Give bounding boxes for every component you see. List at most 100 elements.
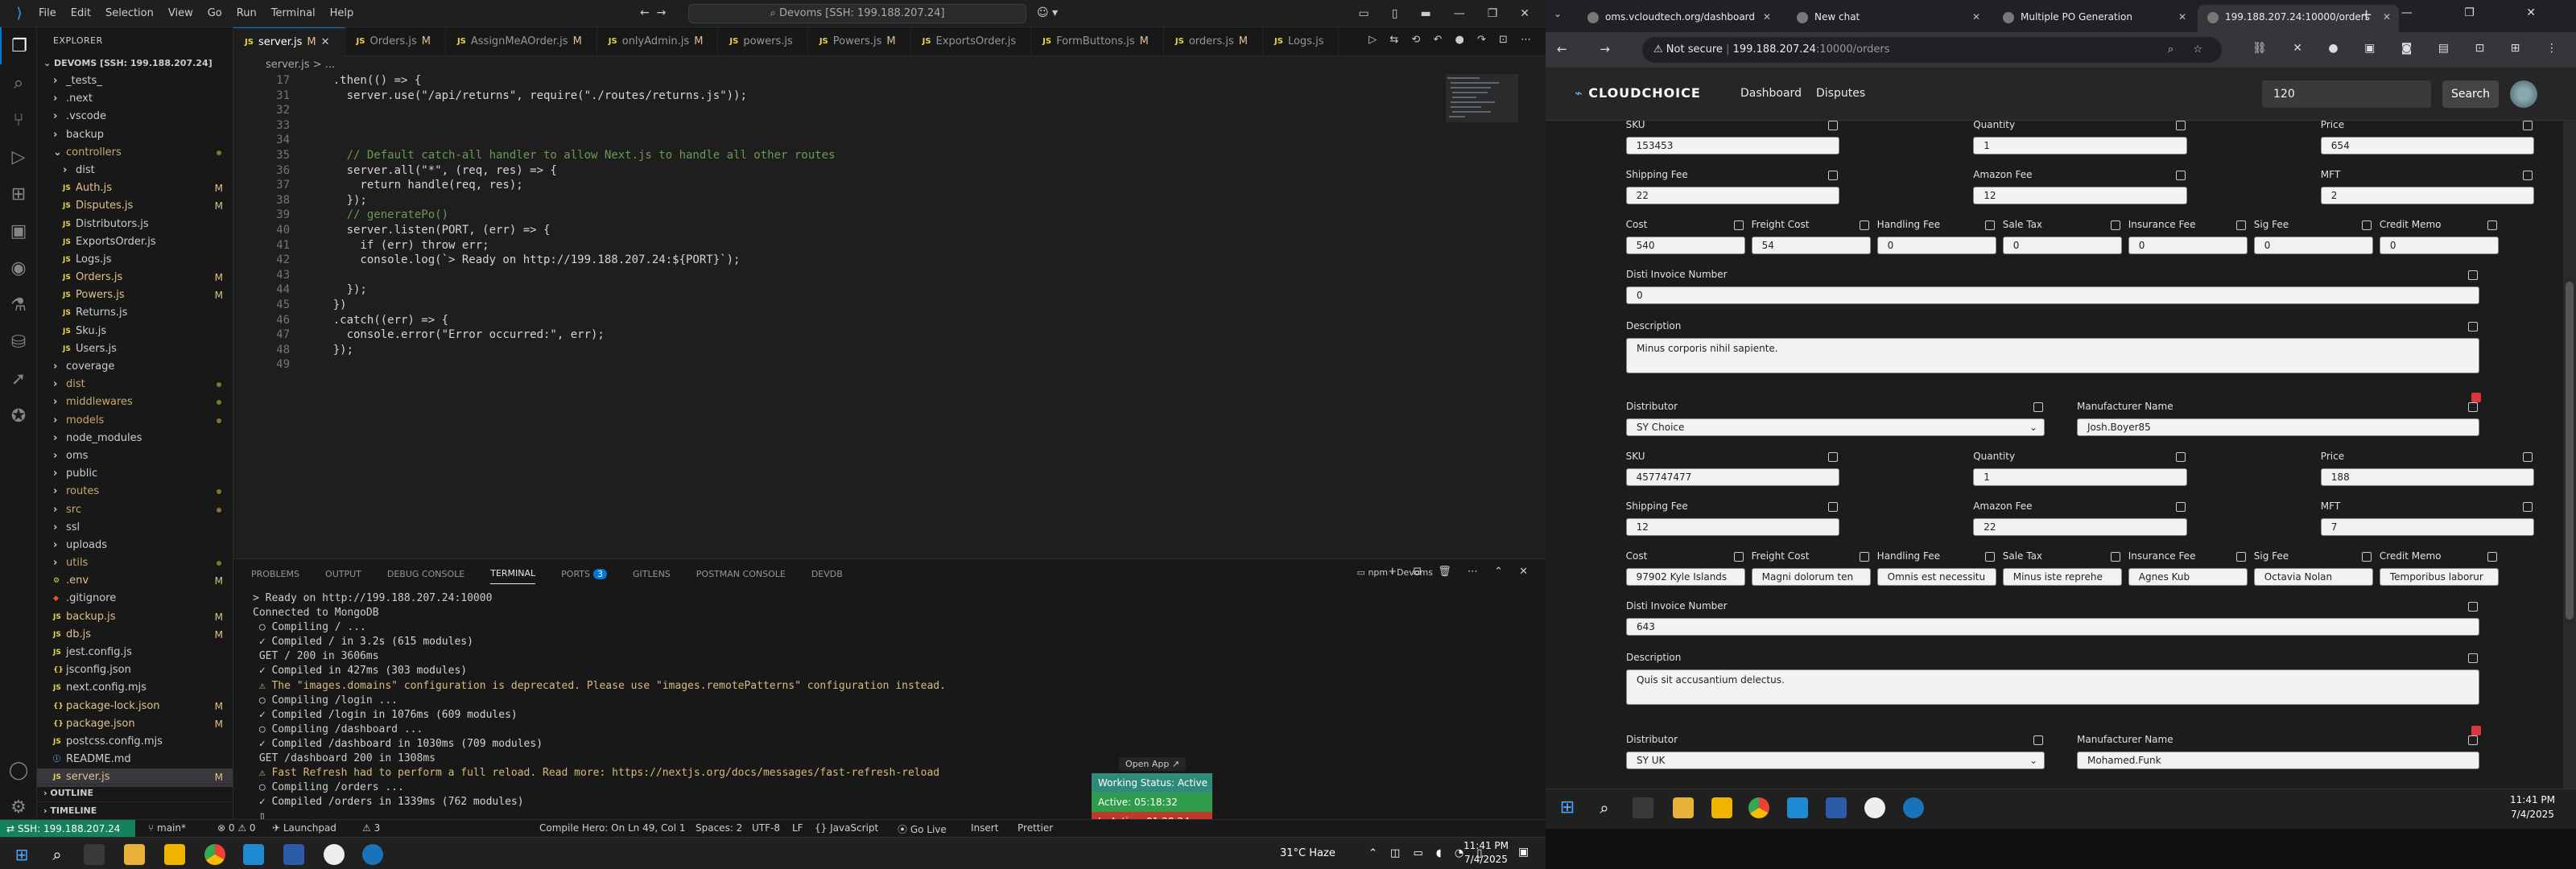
delete-icon[interactable] xyxy=(2471,726,2481,735)
editor-tab[interactable]: JS orders.js M xyxy=(1164,27,1264,56)
copy-icon[interactable] xyxy=(2523,171,2533,180)
tree-item[interactable]: › dist xyxy=(37,376,233,393)
database-icon[interactable]: ⛁ xyxy=(0,323,37,360)
nav-dashboard[interactable]: Dashboard xyxy=(1740,87,1802,100)
avatar[interactable] xyxy=(2510,80,2537,108)
tree-item[interactable]: › routes xyxy=(37,483,233,500)
breadcrumb[interactable]: server.js > ... xyxy=(233,56,1546,74)
search-button[interactable]: Search xyxy=(2442,80,2499,108)
field-input[interactable]: 188 xyxy=(2320,468,2535,486)
run-debug-icon[interactable]: ▷ xyxy=(0,138,37,175)
tree-item[interactable]: › middlewares xyxy=(37,393,233,411)
tree-item[interactable]: › models xyxy=(37,412,233,430)
search-input[interactable]: 120 xyxy=(2262,80,2431,108)
weather-widget[interactable]: 31°C Haze xyxy=(1280,847,1335,859)
tree-item[interactable]: JS postcss.config.mjs xyxy=(37,733,233,751)
field-input[interactable]: SY UK ⌄ xyxy=(1626,752,2045,769)
code-editor[interactable]: 17 .then(() => {31 server.use("/api/retu… xyxy=(233,74,1433,557)
new-tab-button[interactable]: + xyxy=(2360,6,2372,23)
editor-tab[interactable]: JS AssignMeAOrder.js M xyxy=(446,27,597,56)
field-input[interactable]: 0 xyxy=(1626,286,2479,304)
timeline-section[interactable]: › TIMELINE xyxy=(37,801,233,819)
compile-hero-indicator[interactable]: Compile Hero: On xyxy=(539,822,625,834)
copy-icon[interactable] xyxy=(2468,653,2478,663)
layout-icon[interactable]: ▯ xyxy=(1392,7,1398,20)
app-icon[interactable] xyxy=(324,844,345,865)
tree-item[interactable]: › coverage xyxy=(37,358,233,376)
indentation[interactable]: Spaces: 2 xyxy=(696,822,742,834)
testing-icon[interactable]: ⚗ xyxy=(0,286,37,323)
tree-item[interactable]: ⌄ controllers xyxy=(37,144,233,162)
copy-icon[interactable] xyxy=(2468,735,2478,745)
tree-item[interactable]: JS ExportsOrder.js xyxy=(37,233,233,251)
field-input[interactable]: 97902 Kyle Islands xyxy=(1625,568,1745,586)
explorer-icon[interactable]: ❐ xyxy=(0,27,37,64)
field-input[interactable]: 654 xyxy=(2320,137,2535,154)
field-input[interactable]: 54 xyxy=(1751,237,1871,254)
problems-indicator[interactable]: ⊗ 0 ⚠ 0 xyxy=(217,822,256,834)
minimize-icon[interactable]: — xyxy=(1454,7,1465,20)
panel-tab-postman-console[interactable]: POSTMAN CONSOLE xyxy=(696,569,786,579)
store-icon[interactable] xyxy=(1711,797,1732,818)
vscode-taskbar-icon[interactable] xyxy=(243,844,264,865)
brand-logo[interactable]: ⌁ CLOUDCHOICE xyxy=(1575,85,1701,101)
panel-tab-devdb[interactable]: DEVDB xyxy=(811,569,843,579)
field-input[interactable]: 540 xyxy=(1625,237,1745,254)
field-input[interactable]: 643 xyxy=(1626,618,2479,636)
zoom-icon[interactable] xyxy=(1826,797,1847,818)
editor-tab[interactable]: JS onlyAdmin.js M xyxy=(597,27,719,56)
copy-icon[interactable] xyxy=(2523,452,2533,462)
close-icon[interactable]: ✕ xyxy=(1520,7,1530,20)
postman-icon[interactable]: ✪ xyxy=(0,397,37,434)
copy-icon[interactable] xyxy=(2361,220,2372,230)
editor-tab[interactable]: JS Powers.js M xyxy=(808,27,911,56)
command-center-search[interactable]: ⌕ Devoms [SSH: 199.188.207.24] xyxy=(688,4,1026,23)
tree-item[interactable]: {} jsconfig.json xyxy=(37,661,233,679)
tree-item[interactable]: JS Powers.js M xyxy=(37,286,233,304)
clock-time[interactable]: 11:41 PM xyxy=(2504,794,2562,805)
tree-item[interactable]: › utils xyxy=(37,554,233,572)
editor-tab[interactable]: JS Logs.js xyxy=(1263,27,1340,56)
tree-item[interactable]: ⚙ .env M xyxy=(37,572,233,590)
url-actions[interactable]: ⌕ ☆ xyxy=(2168,37,2211,63)
app-icon[interactable] xyxy=(1864,797,1885,818)
copy-icon[interactable] xyxy=(2175,502,2186,512)
tree-item[interactable]: › dist xyxy=(37,162,233,179)
app-icon[interactable] xyxy=(1903,797,1924,818)
notification-icon[interactable]: ▣ xyxy=(1518,846,1529,859)
copy-icon[interactable] xyxy=(1733,552,1744,562)
panel-actions[interactable]: + ⊟ 🗑 ⋯ ⌃ ✕ xyxy=(1388,566,1534,578)
field-input[interactable]: Josh.Boyer85 xyxy=(2077,418,2479,436)
description-textarea[interactable]: Minus corporis nihil sapiente. xyxy=(1626,338,2479,373)
field-input[interactable]: 0 xyxy=(1876,237,1996,254)
copy-icon[interactable] xyxy=(1984,552,1995,562)
nav-back-icon[interactable]: ← → xyxy=(640,6,666,19)
copy-icon[interactable] xyxy=(2468,602,2478,612)
copy-icon[interactable] xyxy=(2235,220,2246,230)
tree-item[interactable]: › public xyxy=(37,465,233,483)
app-icon[interactable] xyxy=(362,844,383,865)
prettier-indicator[interactable]: Prettier xyxy=(1018,822,1053,834)
layout-icon[interactable]: ▭ xyxy=(1359,7,1369,20)
tree-item[interactable]: › .next xyxy=(37,90,233,108)
copy-icon[interactable] xyxy=(1828,452,1839,462)
minimap[interactable] xyxy=(1446,74,1518,171)
copy-icon[interactable] xyxy=(2487,552,2497,562)
editor-tab[interactable]: JS ExportsOrder.js xyxy=(911,27,1032,56)
zoom-icon[interactable] xyxy=(283,844,304,865)
tree-item[interactable]: JS backup.js M xyxy=(37,608,233,626)
copy-icon[interactable] xyxy=(1859,220,1869,230)
field-input[interactable]: Mohamed.Funk xyxy=(2077,752,2479,769)
menu-item-go[interactable]: Go xyxy=(208,7,222,19)
tree-item[interactable]: JS Returns.js xyxy=(37,304,233,322)
extension-icons[interactable]: ⛓ ✕ ● ▣ ◙ ▤ ⊡ ⊞ ⋮ xyxy=(2252,42,2569,55)
copy-icon[interactable] xyxy=(2468,322,2478,332)
vscode-taskbar-icon[interactable] xyxy=(1787,797,1808,818)
field-input[interactable]: 0 xyxy=(2379,237,2499,254)
menu-item-edit[interactable]: Edit xyxy=(71,7,91,19)
copy-icon[interactable] xyxy=(2175,121,2186,130)
panel-tab-gitlens[interactable]: GITLENS xyxy=(633,569,671,579)
language-mode[interactable]: {} JavaScript xyxy=(815,822,878,834)
field-input[interactable]: 0 xyxy=(2002,237,2122,254)
tab-search-icon[interactable]: ⌄ xyxy=(1554,8,1562,19)
